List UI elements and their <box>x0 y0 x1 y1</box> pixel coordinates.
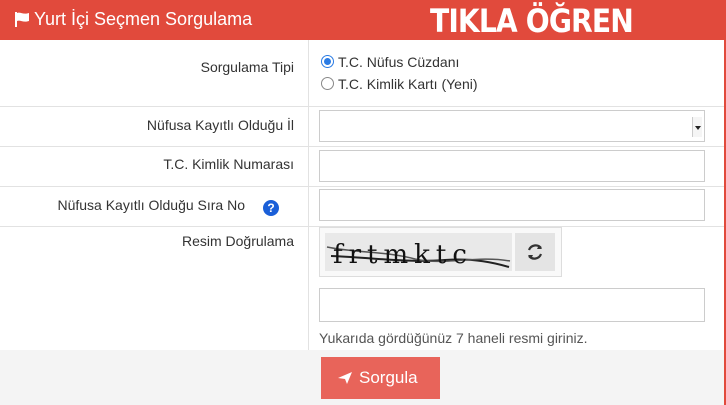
row-divider <box>0 146 724 147</box>
chevron-down-icon[interactable] <box>692 117 702 137</box>
query-type-label: Sorgulama Tipi <box>200 59 294 75</box>
radio-kimlik-karti[interactable] <box>321 77 334 90</box>
page-title: Yurt İçi Seçmen Sorgulama <box>34 9 253 29</box>
province-label: Nüfusa Kayıtlı Olduğu İl <box>146 117 294 133</box>
row-divider <box>0 106 724 107</box>
captcha-image: frtmktc <box>325 233 512 271</box>
sira-no-label: Nüfusa Kayıtlı Olduğu Sıra No <box>57 197 245 213</box>
promo-banner[interactable]: TIKLA ÖĞREN <box>430 2 634 40</box>
column-divider <box>308 40 309 350</box>
flag-icon <box>15 12 29 27</box>
send-icon <box>338 372 352 384</box>
submit-label: Sorgula <box>359 368 418 387</box>
captcha-box: frtmktc <box>319 227 562 277</box>
tc-number-label: T.C. Kimlik Numarası <box>163 156 294 172</box>
header-bar: Yurt İçi Seçmen Sorgulama TIKLA ÖĞREN <box>0 0 726 40</box>
refresh-icon[interactable] <box>515 233 555 271</box>
radio-kimlik-karti-label[interactable]: T.C. Kimlik Kartı (Yeni) <box>338 76 478 92</box>
sira-no-input[interactable] <box>319 189 705 221</box>
province-select[interactable] <box>319 110 705 142</box>
question-circle-icon[interactable]: ? <box>263 200 279 216</box>
submit-button[interactable]: Sorgula <box>321 357 440 399</box>
svg-text:frtmktc: frtmktc <box>333 240 473 270</box>
radio-nufus-cuzdani-label[interactable]: T.C. Nüfus Cüzdanı <box>338 54 459 70</box>
tc-number-input[interactable] <box>319 150 705 182</box>
captcha-hint: Yukarıda gördüğünüz 7 haneli resmi girin… <box>319 330 588 346</box>
captcha-label: Resim Doğrulama <box>181 233 294 249</box>
captcha-input[interactable] <box>319 288 705 322</box>
radio-nufus-cuzdani[interactable] <box>321 55 334 68</box>
row-divider <box>0 186 724 187</box>
